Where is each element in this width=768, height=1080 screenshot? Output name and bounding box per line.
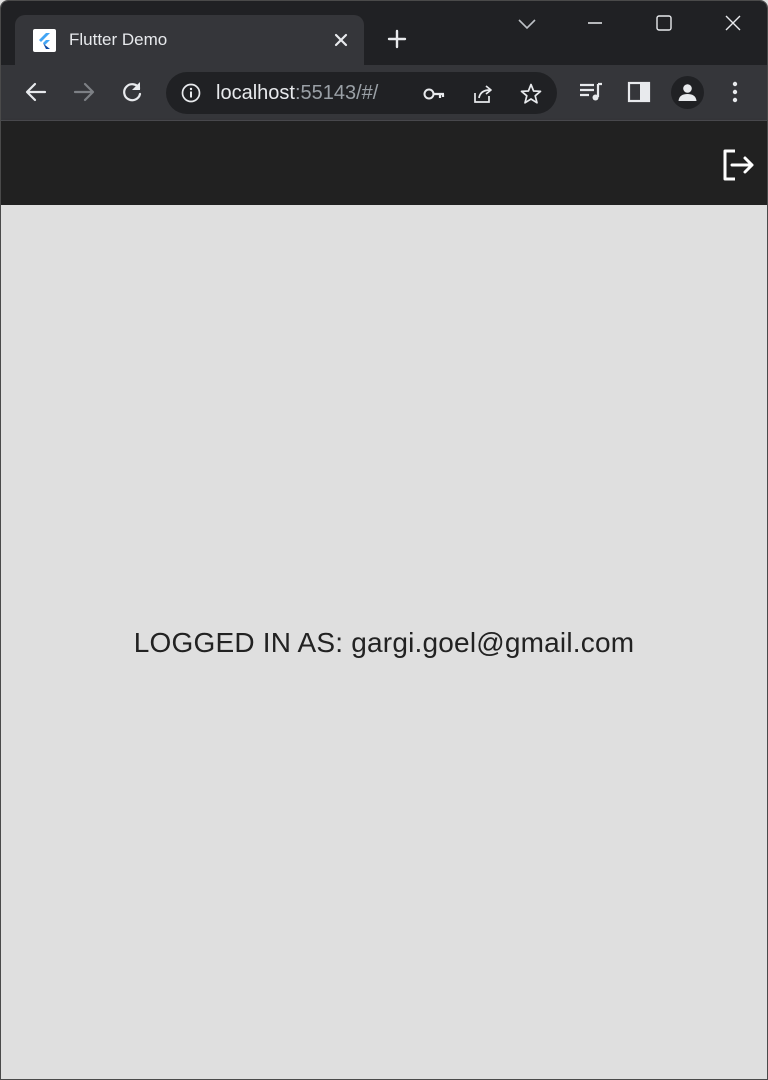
- minimize-icon[interactable]: [585, 13, 605, 33]
- info-icon[interactable]: [180, 82, 202, 104]
- tab-strip: Flutter Demo: [1, 1, 767, 65]
- browser-window: Flutter Demo localhost:55143/#/ LOGGED I…: [0, 0, 768, 1080]
- tab-flutter-demo[interactable]: Flutter Demo: [15, 15, 364, 65]
- chevron-down-icon[interactable]: [516, 14, 538, 34]
- kebab-menu-icon[interactable]: [722, 79, 748, 105]
- key-icon[interactable]: [422, 82, 446, 106]
- page-body: LOGGED IN AS: gargi.goel@gmail.com: [1, 205, 767, 1079]
- logged-in-status: LOGGED IN AS: gargi.goel@gmail.com: [1, 627, 767, 659]
- address-bar[interactable]: localhost:55143/#/: [166, 72, 557, 114]
- side-panel-icon[interactable]: [626, 79, 652, 105]
- logout-icon[interactable]: [717, 145, 757, 185]
- close-icon[interactable]: [330, 29, 352, 51]
- maximize-icon[interactable]: [654, 13, 674, 33]
- share-icon[interactable]: [471, 82, 495, 106]
- url-host: localhost: [216, 82, 295, 104]
- browser-toolbar: localhost:55143/#/: [1, 65, 767, 121]
- url-path: :55143/#/: [294, 82, 379, 104]
- plus-icon[interactable]: [385, 27, 409, 51]
- window-close-icon[interactable]: [723, 13, 743, 33]
- star-icon[interactable]: [519, 82, 543, 106]
- reload-icon[interactable]: [119, 79, 145, 105]
- tab-title: Flutter Demo: [69, 30, 168, 49]
- media-queue-icon[interactable]: [578, 79, 604, 105]
- status-prefix: LOGGED IN AS:: [133, 627, 352, 658]
- app-bar: [1, 121, 767, 205]
- arrow-left-icon[interactable]: [23, 79, 49, 105]
- user-email: gargi.goel@gmail.com: [351, 627, 635, 658]
- url-text: localhost:55143/#/: [216, 82, 378, 105]
- flutter-logo-icon: [33, 29, 56, 52]
- arrow-right-icon[interactable]: [71, 79, 97, 105]
- person-icon[interactable]: [671, 76, 704, 109]
